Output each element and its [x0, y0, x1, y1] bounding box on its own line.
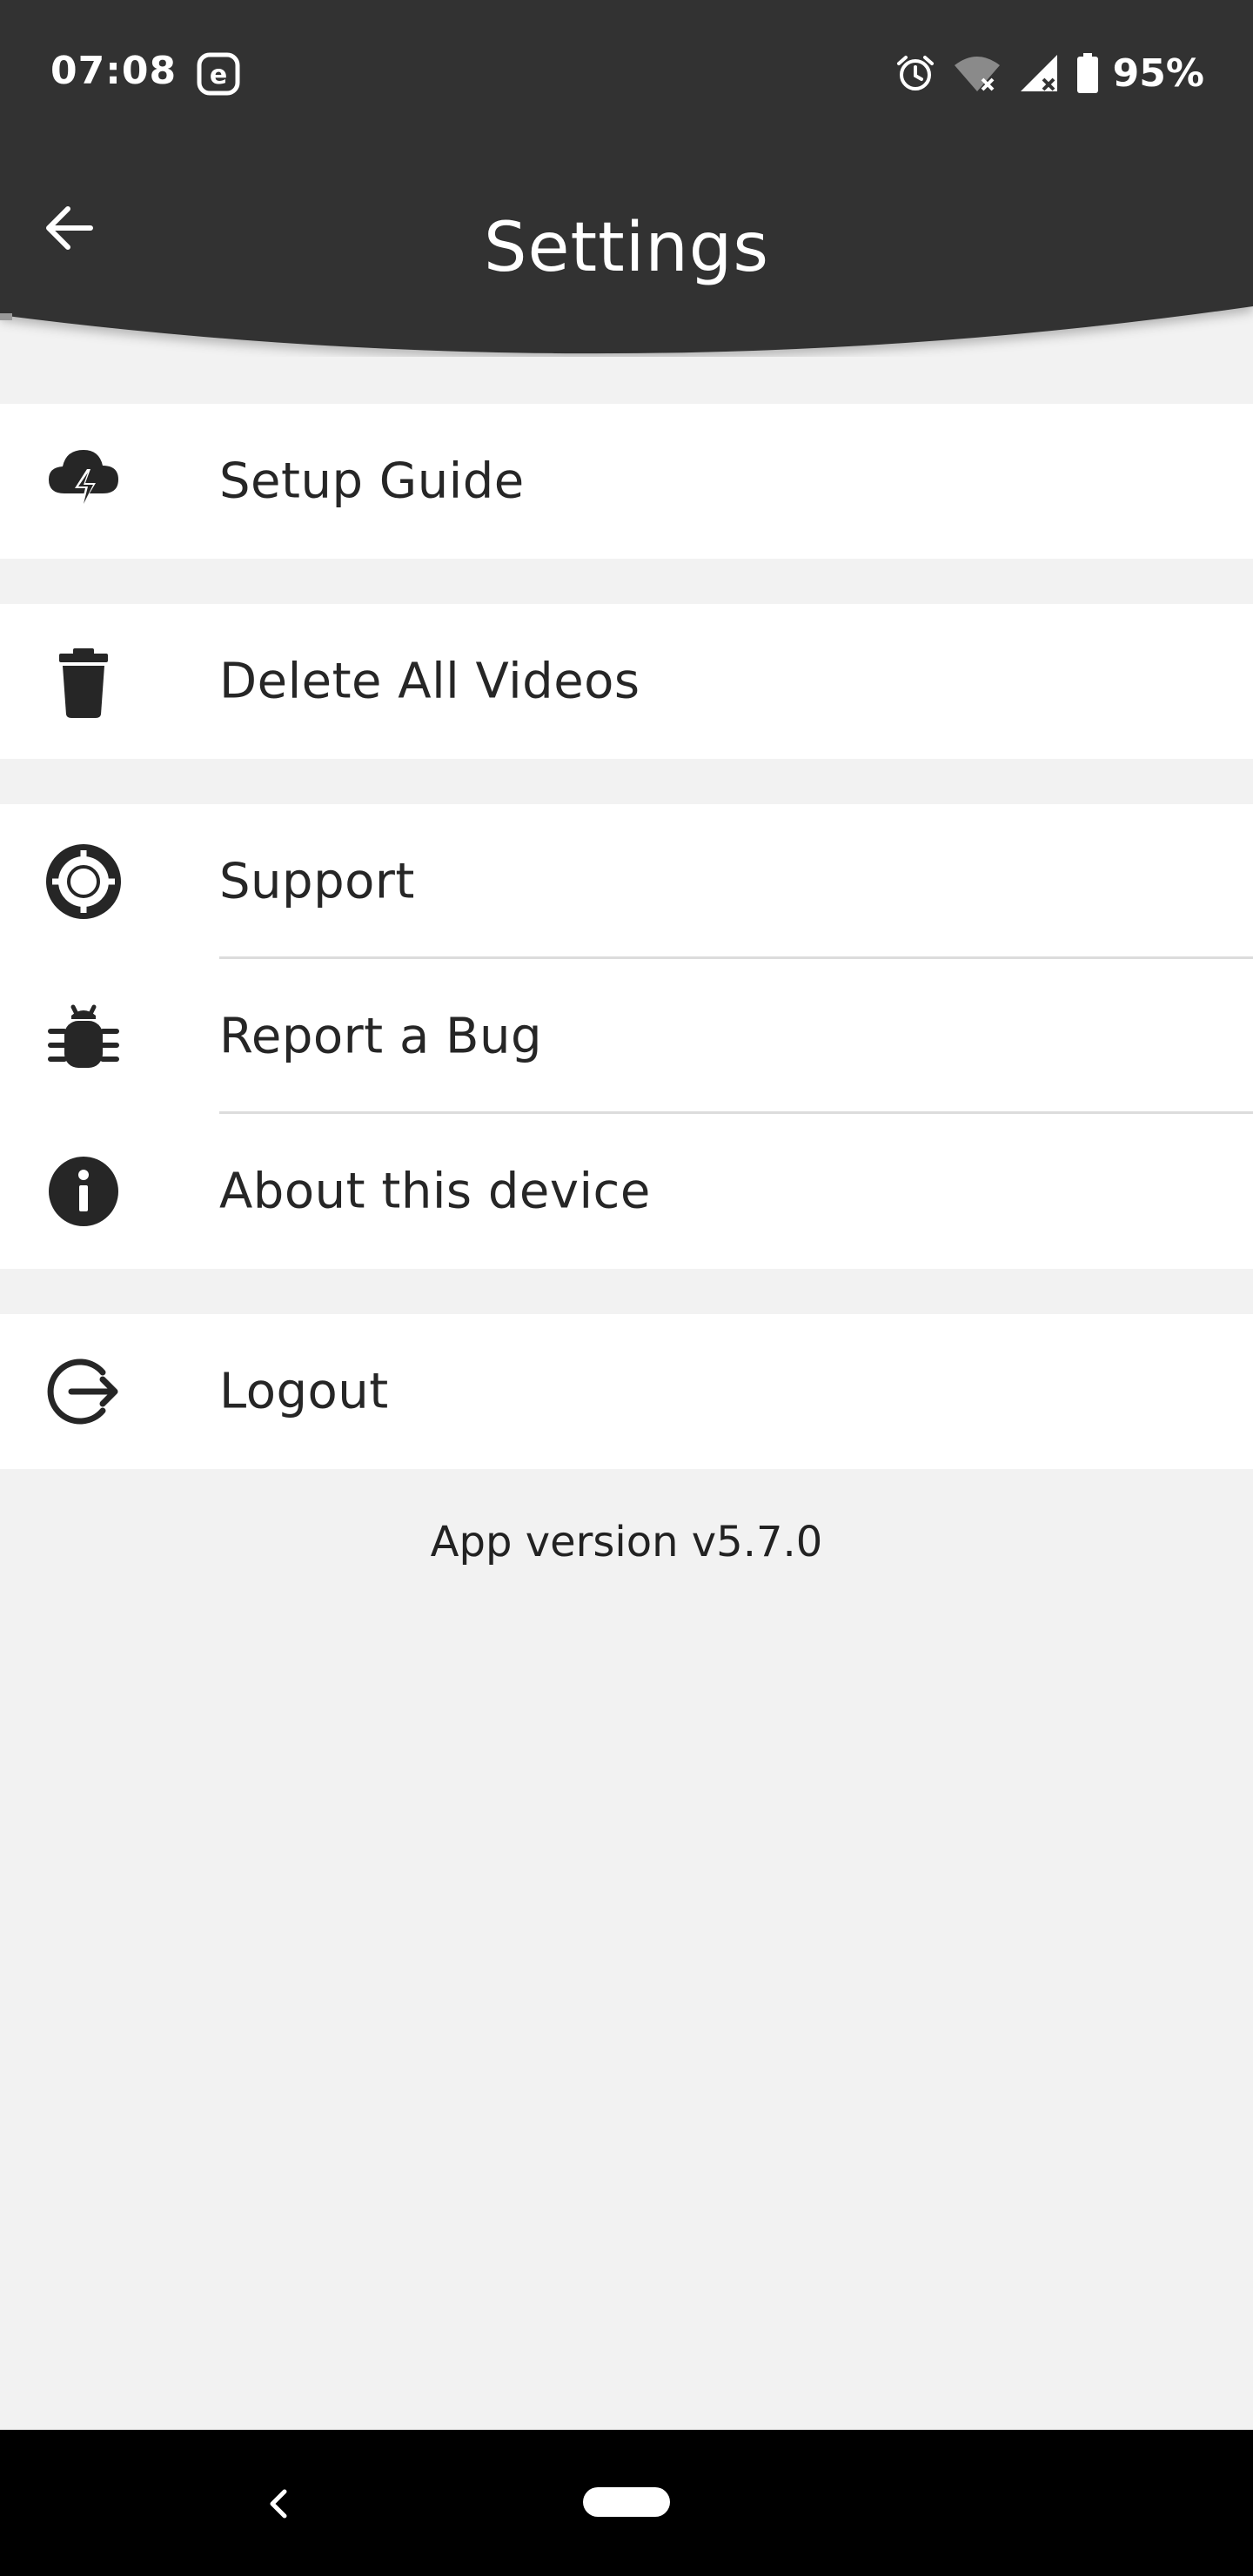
- settings-section-videos: Delete All Videos: [0, 604, 1253, 759]
- edge-indicator: [0, 313, 12, 320]
- status-bar: 07:08 e 95%: [0, 0, 1253, 148]
- nav-back-button[interactable]: [249, 2473, 310, 2534]
- signal-off-icon: [1020, 55, 1057, 91]
- lifebuoy-icon: [45, 843, 122, 920]
- setup-guide-label: Setup Guide: [219, 453, 525, 510]
- settings-section-account: Logout: [0, 1314, 1253, 1469]
- support-row[interactable]: Support: [0, 804, 1253, 959]
- setup-guide-row[interactable]: Setup Guide: [0, 404, 1253, 559]
- about-this-device-row[interactable]: About this device: [0, 1114, 1253, 1269]
- logout-icon: [45, 1353, 122, 1430]
- alarm-icon: [896, 56, 934, 91]
- about-this-device-label: About this device: [219, 1163, 651, 1220]
- e-circle-icon: e: [197, 52, 240, 96]
- chevron-left-icon: [270, 2489, 287, 2519]
- trash-icon: [45, 643, 122, 720]
- logout-row[interactable]: Logout: [0, 1314, 1253, 1469]
- logout-label: Logout: [219, 1363, 389, 1420]
- page-title: Settings: [484, 209, 769, 287]
- bug-icon: [45, 998, 122, 1075]
- app-version: App version v5.7.0: [430, 1518, 823, 1566]
- battery-icon: [1076, 53, 1098, 93]
- delete-all-videos-row[interactable]: Delete All Videos: [0, 604, 1253, 759]
- app-header: 07:08 e 95% Settings: [0, 0, 1253, 357]
- battery-percent: 95%: [1112, 50, 1204, 96]
- report-a-bug-label: Report a Bug: [219, 1008, 543, 1065]
- support-label: Support: [219, 853, 415, 910]
- settings-section-setup: Setup Guide: [0, 404, 1253, 559]
- svg-text:e: e: [210, 60, 227, 91]
- status-icons: 95%: [878, 47, 1204, 99]
- wifi-off-icon: [954, 57, 1000, 91]
- cloud-lightning-icon: [45, 443, 122, 520]
- report-a-bug-row[interactable]: Report a Bug: [0, 959, 1253, 1114]
- home-pill-icon[interactable]: [583, 2487, 670, 2517]
- status-time: 07:08: [50, 49, 178, 93]
- info-icon: [45, 1153, 122, 1230]
- system-nav-bar: [0, 2430, 1253, 2576]
- delete-all-videos-label: Delete All Videos: [219, 653, 640, 710]
- settings-section-help: Support Report a Bug About this device: [0, 804, 1253, 1269]
